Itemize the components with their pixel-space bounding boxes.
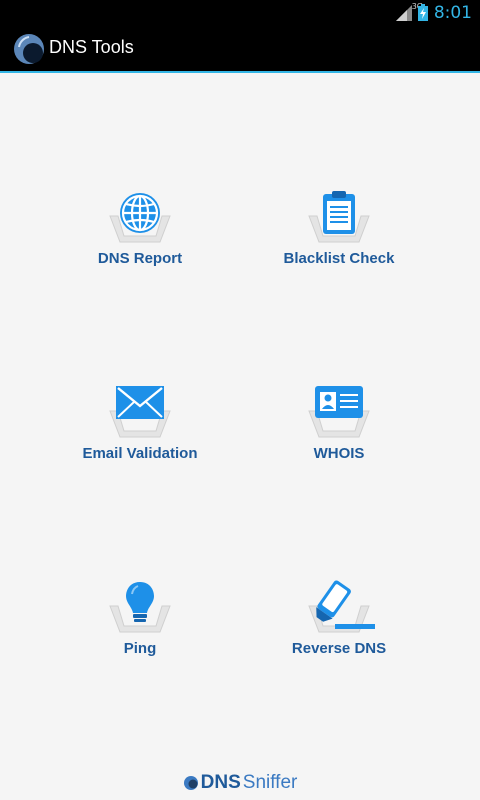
clipboard-icon bbox=[323, 191, 355, 234]
envelope-icon bbox=[116, 386, 164, 419]
app-logo-icon[interactable] bbox=[13, 33, 45, 65]
tool-dns-report[interactable]: DNS Report bbox=[40, 190, 240, 300]
brand-name-strong: DNS bbox=[200, 772, 241, 793]
action-bar-divider bbox=[0, 71, 480, 73]
tool-label: Email Validation bbox=[82, 445, 198, 462]
icon-holder bbox=[297, 190, 381, 250]
icon-holder bbox=[98, 580, 182, 640]
signal-icon bbox=[395, 4, 412, 21]
tool-label: WHOIS bbox=[313, 445, 365, 462]
tool-label: DNS Report bbox=[97, 250, 183, 267]
icon-holder bbox=[297, 580, 381, 640]
highlighter-icon bbox=[316, 580, 375, 629]
icon-holder bbox=[297, 385, 381, 445]
tool-blacklist-check[interactable]: Blacklist Check bbox=[239, 190, 439, 300]
tool-email-validation[interactable]: Email Validation bbox=[40, 385, 240, 495]
battery-charging-icon bbox=[417, 4, 428, 21]
tool-label: Blacklist Check bbox=[283, 250, 395, 267]
globe-icon bbox=[120, 193, 160, 233]
app-title: DNS Tools bbox=[49, 37, 134, 57]
brand-name-light: Sniffer bbox=[242, 772, 298, 793]
clock: 8:01 bbox=[433, 2, 472, 23]
footer-brand: DNS Sniffer bbox=[0, 772, 480, 794]
tool-label: Reverse DNS bbox=[291, 640, 387, 657]
lightbulb-icon bbox=[126, 582, 154, 622]
status-bar: 3G 8:01 bbox=[0, 0, 480, 25]
tool-reverse-dns[interactable]: Reverse DNS bbox=[239, 580, 439, 690]
tool-whois[interactable]: WHOIS bbox=[239, 385, 439, 495]
id-card-icon bbox=[315, 386, 363, 418]
icon-holder bbox=[98, 385, 182, 445]
dnssniffer-logo-icon bbox=[183, 776, 198, 790]
tool-label: Ping bbox=[123, 640, 157, 657]
icon-holder bbox=[98, 190, 182, 250]
tool-ping[interactable]: Ping bbox=[40, 580, 240, 690]
